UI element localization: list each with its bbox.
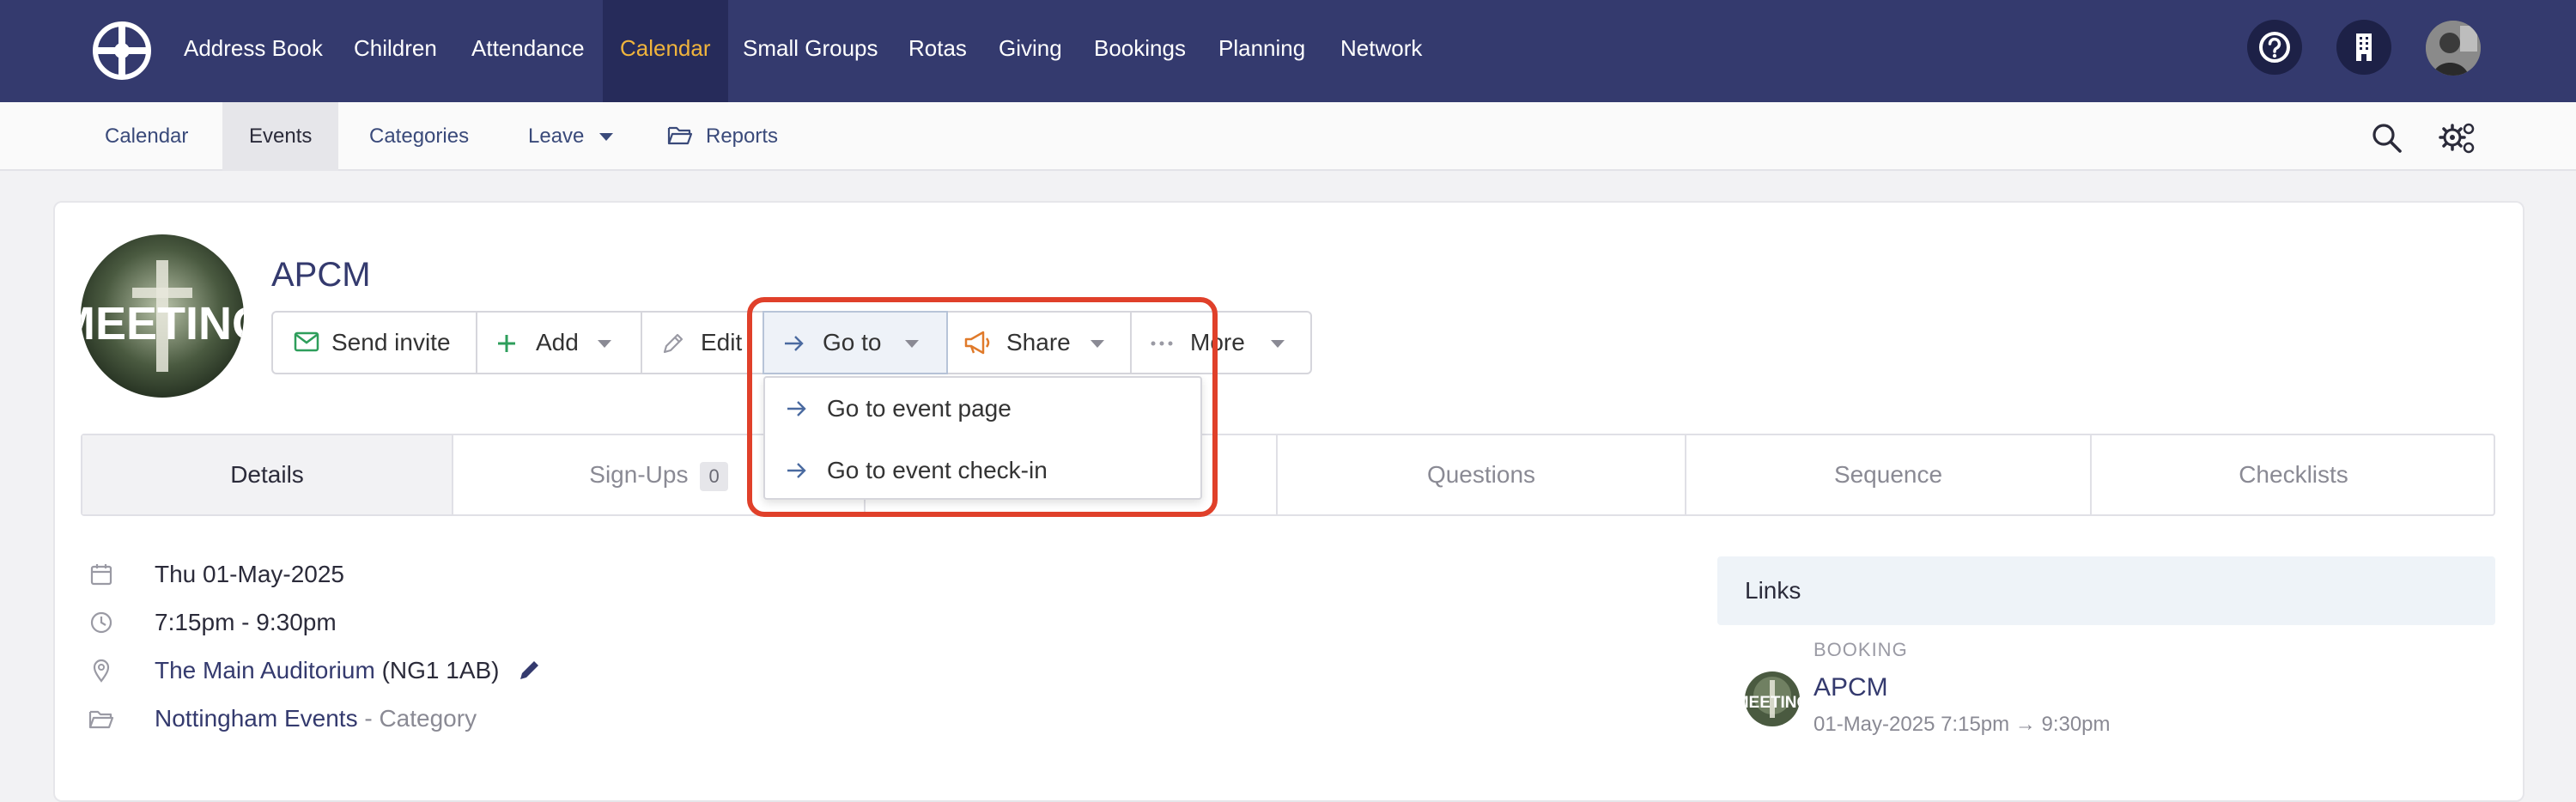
nav-attendance[interactable]: Attendance: [471, 0, 585, 102]
tab-questions-label: Questions: [1426, 461, 1536, 488]
ellipsis-icon: [1151, 341, 1173, 346]
nav-children[interactable]: Children: [354, 0, 437, 102]
arrow-right-icon: [785, 336, 804, 351]
tab-details-label: Details: [230, 461, 304, 488]
send-invite-button[interactable]: Send invite: [271, 311, 477, 374]
subnav-leave[interactable]: Leave: [528, 102, 584, 171]
subnav-events[interactable]: Events: [222, 102, 339, 171]
category-link[interactable]: Nottingham Events: [155, 705, 358, 732]
go-to-label: Go to: [823, 329, 882, 355]
search-icon[interactable]: [2370, 121, 2404, 155]
add-label: Add: [536, 329, 579, 355]
app-logo-icon[interactable]: [91, 20, 153, 82]
nav-small-groups[interactable]: Small Groups: [743, 0, 878, 102]
meeting-logo-icon: MEETING: [81, 234, 244, 398]
booking-title-link[interactable]: APCM: [1814, 673, 1888, 702]
booking-date: 01-May-2025 7:15pm → 9:30pm: [1814, 713, 2111, 736]
nav-rotas[interactable]: Rotas: [908, 0, 967, 102]
nav-bookings[interactable]: Bookings: [1094, 0, 1186, 102]
subnav-calendar[interactable]: Calendar: [105, 102, 188, 171]
building-icon: [2356, 33, 2372, 61]
go-to-button[interactable]: Go to: [762, 311, 948, 374]
calendar-icon: [90, 564, 112, 586]
nav-address-book[interactable]: Address Book: [184, 0, 323, 102]
edit-location-pencil-icon[interactable]: [517, 657, 543, 683]
map-pin-icon: [93, 659, 110, 683]
add-chevron-down-icon: [598, 340, 611, 348]
tab-sequence[interactable]: Sequence: [1686, 435, 2092, 514]
folder-open-icon: [88, 710, 114, 729]
booking-image: MEETING: [1745, 671, 1800, 726]
share-button[interactable]: Share: [946, 311, 1132, 374]
sub-navigation: Calendar Events Categories Leave Reports: [0, 102, 2576, 171]
booking-type-label: BOOKING: [1814, 639, 1908, 660]
settings-gears-icon[interactable]: [2439, 120, 2476, 155]
event-title: APCM: [271, 256, 371, 294]
subnav-reports[interactable]: Reports: [706, 102, 778, 171]
svg-text:MEETING: MEETING: [1745, 694, 1800, 712]
edit-button[interactable]: Edit: [641, 311, 764, 374]
subnav-categories[interactable]: Categories: [369, 102, 469, 171]
megaphone-icon: [964, 331, 990, 355]
go-to-event-check-in-item[interactable]: Go to event check-in: [765, 440, 1200, 501]
event-image: MEETING: [81, 234, 244, 398]
tab-questions[interactable]: Questions: [1278, 435, 1686, 514]
clock-icon: [90, 611, 112, 634]
event-time: 7:15pm - 9:30pm: [155, 609, 337, 635]
leave-chevron-down-icon[interactable]: [599, 133, 613, 142]
go-to-event-page-label: Go to event page: [827, 395, 1012, 422]
links-panel-heading: Links: [1717, 556, 2495, 625]
help-icon: [2259, 32, 2290, 63]
more-button[interactable]: More: [1130, 311, 1312, 374]
share-chevron-down-icon: [1091, 340, 1104, 348]
go-to-chevron-down-icon: [905, 340, 919, 348]
plus-icon: [498, 335, 515, 352]
share-label: Share: [1006, 329, 1071, 355]
folder-open-icon: [667, 126, 693, 145]
more-chevron-down-icon: [1271, 340, 1285, 348]
meeting-logo-icon: MEETING: [1745, 671, 1800, 726]
organisation-button[interactable]: [2336, 20, 2391, 75]
nav-network[interactable]: Network: [1340, 0, 1422, 102]
event-date: Thu 01-May-2025: [155, 561, 345, 587]
help-button[interactable]: [2247, 20, 2302, 75]
send-invite-label: Send invite: [331, 329, 451, 355]
tab-sequence-label: Sequence: [1833, 461, 1943, 488]
go-to-event-page-item[interactable]: Go to event page: [765, 378, 1200, 440]
location-link[interactable]: The Main Auditorium: [155, 657, 375, 684]
sign-ups-count-badge: 0: [700, 461, 728, 491]
tab-checklists-label: Checklists: [2239, 461, 2348, 488]
user-photo-icon: [2426, 21, 2481, 76]
envelope-icon: [294, 331, 319, 352]
nav-planning[interactable]: Planning: [1218, 0, 1305, 102]
top-navigation: Address Book Children Attendance Calenda…: [0, 0, 2576, 102]
nav-calendar[interactable]: Calendar: [603, 0, 728, 102]
category-suffix: - Category: [364, 705, 477, 732]
more-label: More: [1190, 329, 1245, 355]
user-avatar[interactable]: [2426, 21, 2481, 76]
add-button[interactable]: Add: [476, 311, 642, 374]
arrow-right-icon: [787, 401, 806, 416]
pencil-icon: [663, 333, 683, 354]
event-tabs: Details Sign-Ups 0 Questions Sequence Che…: [81, 434, 2495, 516]
tab-sign-ups-label: Sign-Ups: [589, 461, 689, 488]
go-to-dropdown-menu: Go to event page Go to event check-in: [763, 376, 1202, 500]
nav-giving[interactable]: Giving: [999, 0, 1062, 102]
tab-checklists[interactable]: Checklists: [2092, 435, 2495, 514]
arrow-right-icon: [787, 463, 806, 478]
edit-label: Edit: [701, 329, 743, 355]
tab-details[interactable]: Details: [82, 435, 453, 514]
location-postcode: (NG1 1AB): [381, 657, 500, 684]
svg-text:MEETING: MEETING: [81, 298, 244, 349]
go-to-event-check-in-label: Go to event check-in: [827, 457, 1048, 483]
